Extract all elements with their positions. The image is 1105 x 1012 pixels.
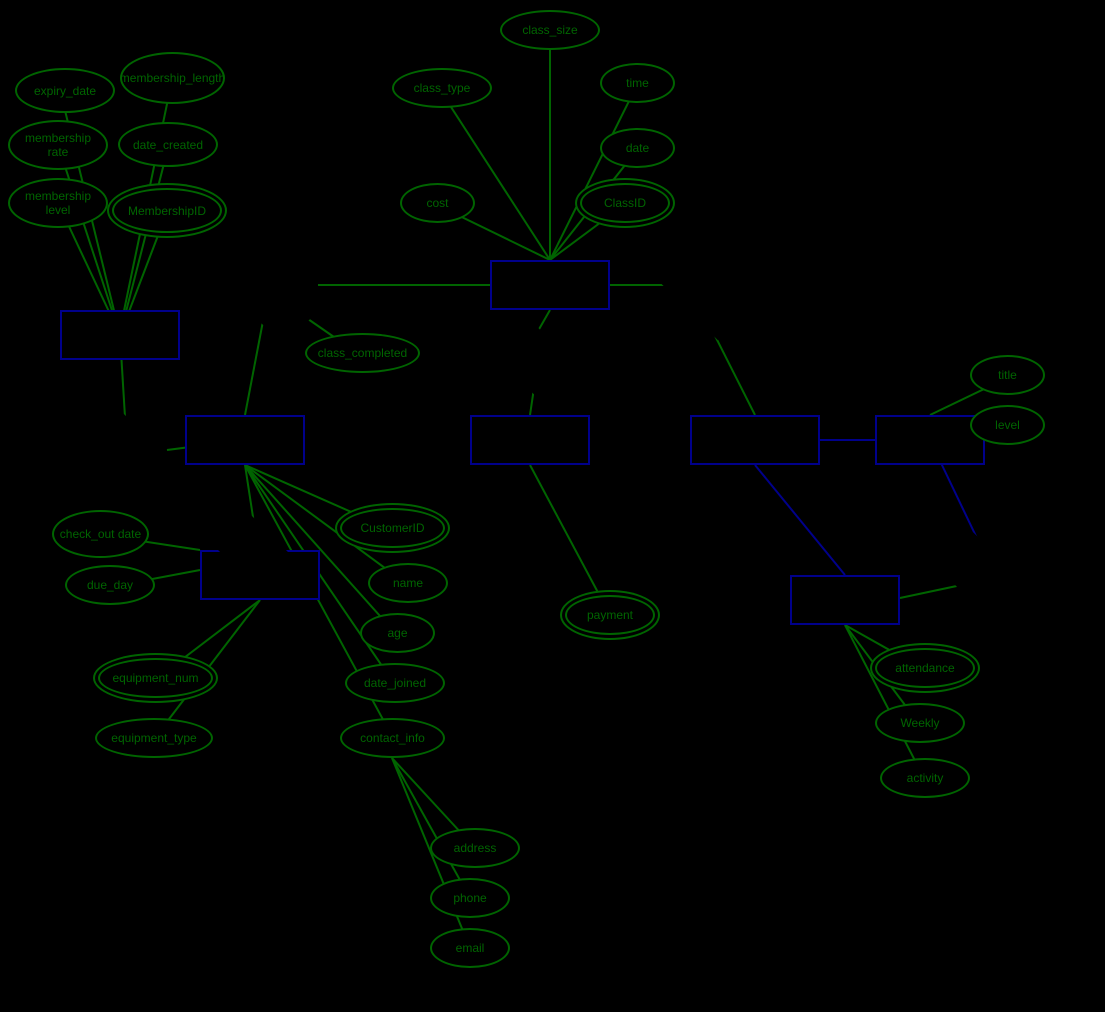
attr-age: age bbox=[360, 613, 435, 653]
attr-email: email bbox=[430, 928, 510, 968]
attr-class-type: class_type bbox=[392, 68, 492, 108]
attr-membership-rate: membership rate bbox=[8, 120, 108, 170]
attr-time: time bbox=[600, 63, 675, 103]
attr-equipment-num: equipment_num bbox=[98, 658, 213, 698]
attr-membership-length: membership_length bbox=[120, 52, 225, 104]
attr-date: date bbox=[600, 128, 675, 168]
attr-address: address bbox=[430, 828, 520, 868]
rel-requires bbox=[938, 532, 1033, 627]
entity-manager bbox=[875, 415, 985, 465]
attr-payment: payment bbox=[565, 595, 655, 635]
rel-signup bbox=[216, 239, 322, 345]
attr-phone: phone bbox=[430, 878, 510, 918]
attr-expiry-date: expiry_date bbox=[15, 68, 115, 113]
entity-class bbox=[490, 260, 610, 310]
attr-attendance: attendance bbox=[875, 648, 975, 688]
attr-weekly: Weekly bbox=[875, 703, 965, 743]
entity-customers bbox=[185, 415, 305, 465]
attr-name: name bbox=[368, 563, 448, 603]
attr-equipment-type: equipment_type bbox=[95, 718, 213, 758]
attr-date-joined: date_joined bbox=[345, 663, 445, 703]
attr-class-completed: class_completed bbox=[305, 333, 420, 373]
attr-level: level bbox=[970, 405, 1045, 445]
attr-contact-info: contact_info bbox=[340, 718, 445, 758]
rel-approvesby bbox=[647, 231, 757, 341]
attr-cost: cost bbox=[400, 183, 475, 223]
entity-reports bbox=[790, 575, 900, 625]
attr-membershipid: MembershipID bbox=[112, 188, 222, 233]
attr-due-day: due_day bbox=[65, 565, 155, 605]
attr-membership-level: membership level bbox=[8, 178, 108, 228]
attr-check-out-date: check_out date bbox=[52, 510, 149, 558]
attr-title: title bbox=[970, 355, 1045, 395]
attr-classid: ClassID bbox=[580, 183, 670, 223]
attr-activity: activity bbox=[880, 758, 970, 798]
attr-class-size: class_size bbox=[500, 10, 600, 50]
er-diagram: expiry_date membership_length membership… bbox=[0, 0, 1105, 1012]
entity-facility bbox=[470, 415, 590, 465]
entity-receptionist bbox=[690, 415, 820, 465]
entity-membership bbox=[60, 310, 180, 360]
attr-date-created: date_created bbox=[118, 122, 218, 167]
rel-owns bbox=[80, 406, 168, 494]
rel-hostedin bbox=[486, 311, 585, 410]
attr-customerid: CustomerID bbox=[340, 508, 445, 548]
